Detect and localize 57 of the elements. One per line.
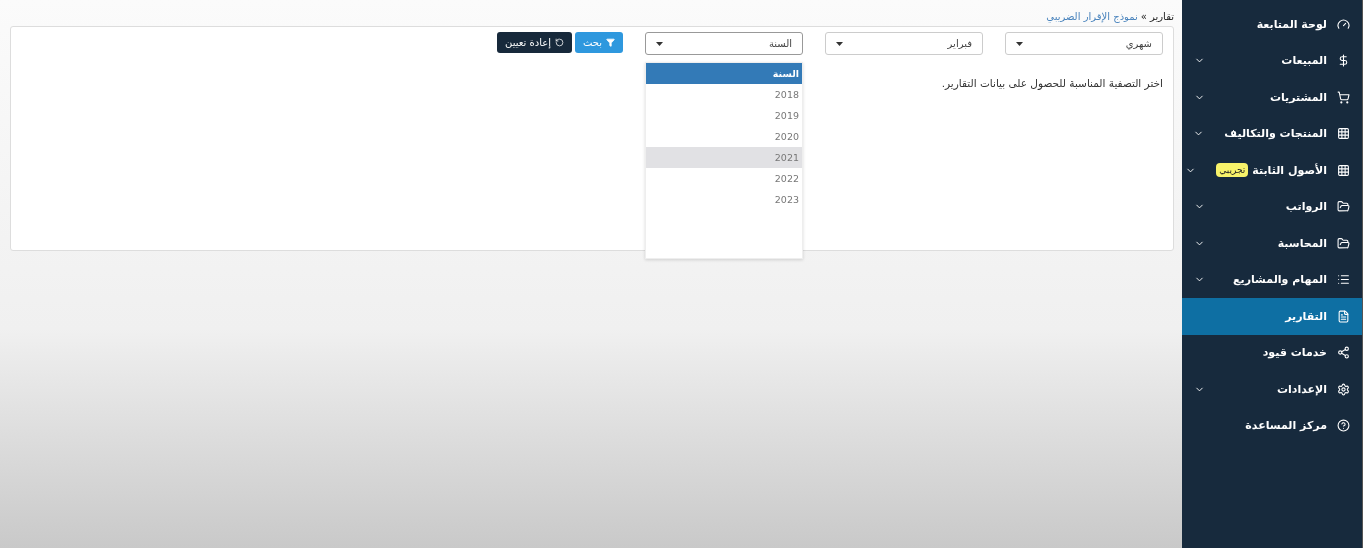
sidebar-label: الأصول الثابتة (1252, 163, 1327, 177)
dropdown-option[interactable]: 2020 (646, 126, 802, 147)
sidebar-label: المشتريات (1269, 90, 1327, 104)
help-icon (1337, 419, 1350, 433)
info-message: اختر التصفية المناسبة للحصول على بيانات التقارير. (940, 77, 1163, 89)
caret-icon (656, 41, 663, 46)
filter-icon (606, 38, 615, 47)
breadcrumb-link[interactable]: نموذج الإقرار الضريبي (1046, 10, 1138, 22)
sidebar-label: لوحة المتابعة (1256, 17, 1327, 31)
sidebar-item[interactable]: المنتجات والتكاليف (1182, 115, 1362, 152)
folder-icon (1337, 236, 1350, 250)
list-icon (1337, 273, 1350, 287)
dropdown-option[interactable]: 2021 (646, 147, 802, 168)
beta-badge: تجريبي (1216, 163, 1249, 178)
grid-icon (1337, 163, 1350, 177)
filter-select[interactable]: السنة (645, 32, 803, 55)
dollar-icon (1337, 54, 1350, 68)
filter-select[interactable]: شهري (1005, 32, 1163, 55)
cart-icon (1337, 90, 1350, 104)
folder-icon (1337, 200, 1350, 214)
sidebar-item[interactable]: المحاسبة (1182, 225, 1362, 262)
sidebar-item[interactable]: الأصول الثابتة تجريبي (1182, 152, 1362, 189)
sidebar-label: خدمات قيود (1262, 346, 1327, 360)
dropdown-option[interactable]: 2023 (646, 189, 802, 210)
sidebar-label: المبيعات (1281, 54, 1327, 68)
dropdown-option[interactable]: 2018 (646, 84, 802, 105)
dropdown-option[interactable]: 2019 (646, 105, 802, 126)
document-icon (1337, 309, 1350, 323)
sidebar-item[interactable]: المهام والمشاريع (1182, 261, 1362, 298)
gauge-icon (1337, 17, 1350, 31)
settings-icon (1337, 382, 1350, 396)
sidebar-item[interactable]: المبيعات (1182, 42, 1362, 79)
share-icon (1337, 346, 1350, 360)
sidebar-item[interactable]: خدمات قيود (1182, 334, 1362, 371)
dropdown-option[interactable]: السنة (646, 63, 802, 84)
sidebar-label: الرواتب (1285, 200, 1327, 214)
sidebar-item[interactable]: لوحة المتابعة (1182, 6, 1362, 43)
sidebar-label: مركز المساعدة (1245, 419, 1327, 433)
sidebar-item[interactable]: التقارير (1182, 298, 1362, 335)
sidebar-label: المحاسبة (1277, 236, 1327, 250)
caret-icon (836, 41, 843, 46)
sidebar-item[interactable]: المشتريات (1182, 79, 1362, 116)
sidebar-item[interactable]: مركز المساعدة (1182, 407, 1362, 444)
breadcrumb-parent[interactable]: تقارير (1149, 10, 1174, 22)
sidebar-label: المنتجات والتكاليف (1224, 127, 1327, 141)
filter-select[interactable]: فبراير (825, 32, 983, 55)
breadcrumb-separator: » (1140, 10, 1147, 22)
reset-button[interactable]: إعادة تعيين (497, 32, 572, 53)
dropdown-option[interactable]: 2022 (646, 168, 802, 189)
caret-icon (1016, 41, 1023, 46)
sidebar-label: المهام والمشاريع (1233, 273, 1327, 287)
sidebar-label: التقارير (1285, 309, 1327, 323)
sidebar-label: الإعدادات (1276, 382, 1327, 396)
sidebar-item[interactable]: الرواتب (1182, 188, 1362, 225)
sidebar-item[interactable]: الإعدادات (1182, 371, 1362, 408)
reset-icon (554, 38, 564, 47)
grid-icon (1337, 127, 1350, 141)
